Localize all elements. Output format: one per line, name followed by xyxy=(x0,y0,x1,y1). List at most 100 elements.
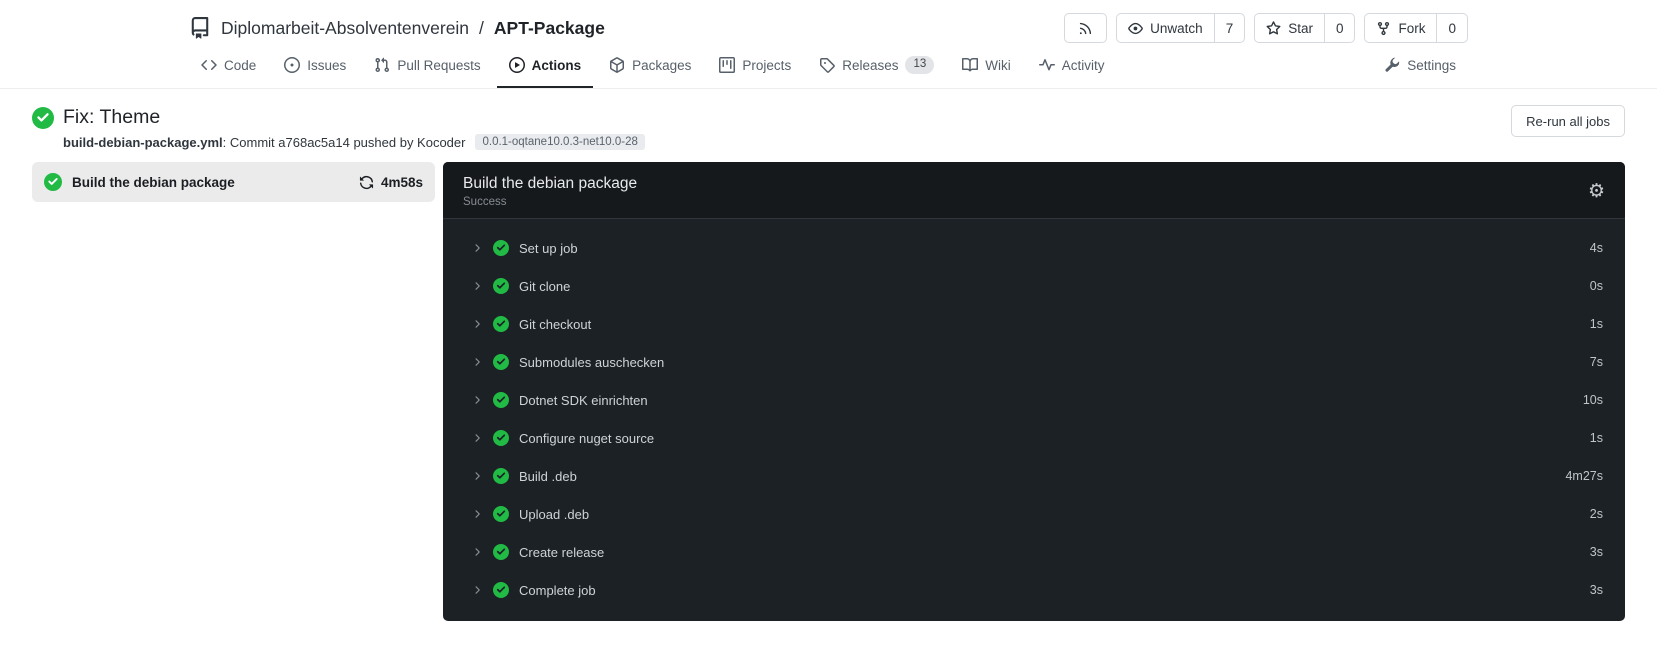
rss-icon xyxy=(1065,14,1106,42)
step-row-create-release[interactable]: Create release 3s xyxy=(443,533,1625,571)
tab-pull-requests[interactable]: Pull Requests xyxy=(362,44,492,88)
log-panel-header: Build the debian package Success ⚙ xyxy=(443,162,1625,220)
tab-settings-label: Settings xyxy=(1407,57,1456,73)
step-success-icon xyxy=(493,544,509,561)
tab-projects-label: Projects xyxy=(742,57,792,73)
step-row-git-clone[interactable]: Git clone 0s xyxy=(443,267,1625,305)
tab-wiki-label: Wiki xyxy=(985,57,1011,73)
fork-count[interactable]: 0 xyxy=(1436,14,1467,42)
chevron-right-icon[interactable] xyxy=(471,584,483,596)
chevron-right-icon[interactable] xyxy=(471,356,483,368)
pull-request-icon xyxy=(374,57,390,73)
steps-list: Set up job 4s Git clone 0s Git checkout … xyxy=(443,219,1625,621)
fork-button[interactable]: Fork xyxy=(1365,14,1436,42)
chevron-right-icon[interactable] xyxy=(471,394,483,406)
unwatch-label: Unwatch xyxy=(1150,20,1203,36)
star-button-group: Star 0 xyxy=(1254,13,1356,43)
star-label: Star xyxy=(1288,20,1313,36)
releases-count-badge: 13 xyxy=(905,56,935,74)
tab-activity[interactable]: Activity xyxy=(1027,44,1117,88)
chevron-right-icon[interactable] xyxy=(471,242,483,254)
repo-tabs-bar: Code Issues Pull Requests Actions Packag… xyxy=(0,44,1657,89)
fork-label: Fork xyxy=(1398,20,1426,36)
star-button[interactable]: Star xyxy=(1255,14,1324,42)
tab-code[interactable]: Code xyxy=(189,44,268,88)
step-name: Build .deb xyxy=(519,468,577,484)
rerun-all-jobs-button[interactable]: Re-run all jobs xyxy=(1511,105,1625,137)
log-panel: Build the debian package Success ⚙ Set u… xyxy=(443,162,1625,622)
step-row-upload-deb[interactable]: Upload .deb 2s xyxy=(443,495,1625,533)
issue-icon xyxy=(284,57,301,73)
code-icon xyxy=(201,57,217,73)
step-success-icon xyxy=(493,240,509,257)
repo-action-buttons: Unwatch 7 Star 0 Fork 0 xyxy=(1064,13,1468,43)
chevron-right-icon[interactable] xyxy=(471,280,483,292)
ref-badge[interactable]: 0.0.1-oqtane10.0.3-net10.0-28 xyxy=(475,134,645,151)
run-commit-text: : Commit a768ac5a14 pushed by Kocoder xyxy=(222,134,466,150)
tab-packages-label: Packages xyxy=(632,57,692,73)
repo-title: Diplomarbeit-Absolventenverein / APT-Pac… xyxy=(189,17,605,39)
step-row-configure-nuget[interactable]: Configure nuget source 1s xyxy=(443,419,1625,457)
step-name: Configure nuget source xyxy=(519,430,655,446)
job-duration: 4m58s xyxy=(380,174,423,190)
tab-actions[interactable]: Actions xyxy=(496,44,594,88)
job-item[interactable]: Build the debian package 4m58s xyxy=(32,162,435,203)
repo-name-link[interactable]: APT-Package xyxy=(494,18,605,39)
star-count[interactable]: 0 xyxy=(1323,14,1355,42)
sync-icon[interactable] xyxy=(359,175,374,190)
tools-icon xyxy=(1384,57,1400,73)
tab-issues-label: Issues xyxy=(307,57,347,73)
tab-settings[interactable]: Settings xyxy=(1372,44,1468,88)
step-row-submodules[interactable]: Submodules auschecken 7s xyxy=(443,343,1625,381)
tab-packages[interactable]: Packages xyxy=(597,44,703,88)
step-name: Create release xyxy=(519,544,605,560)
tab-activity-label: Activity xyxy=(1061,57,1105,73)
workflow-file-name: build-debian-package.yml xyxy=(63,134,223,150)
log-panel-title: Build the debian package xyxy=(463,175,638,193)
step-duration: 3s xyxy=(1589,545,1603,560)
watch-count[interactable]: 7 xyxy=(1213,14,1245,42)
tab-releases[interactable]: Releases 13 xyxy=(807,44,946,88)
step-row-build-deb[interactable]: Build .deb 4m27s xyxy=(443,457,1625,495)
step-success-icon xyxy=(493,430,509,447)
run-title: Fix: Theme xyxy=(63,106,161,128)
step-duration: 1s xyxy=(1589,431,1603,446)
repo-owner-link[interactable]: Diplomarbeit-Absolventenverein xyxy=(221,18,469,39)
tab-pull-requests-label: Pull Requests xyxy=(397,57,481,73)
job-name: Build the debian package xyxy=(72,174,235,190)
step-success-icon xyxy=(493,582,509,599)
eye-icon xyxy=(1128,21,1144,36)
chevron-right-icon[interactable] xyxy=(471,546,483,558)
step-success-icon xyxy=(493,468,509,485)
run-subtitle: build-debian-package.yml: Commit a768ac5… xyxy=(63,134,645,151)
step-name: Upload .deb xyxy=(519,506,590,522)
step-name: Complete job xyxy=(519,582,596,598)
tab-wiki[interactable]: Wiki xyxy=(950,44,1023,88)
step-row-complete-job[interactable]: Complete job 3s xyxy=(443,571,1625,609)
tab-releases-label: Releases xyxy=(842,57,899,73)
tab-code-label: Code xyxy=(224,57,257,73)
step-name: Dotnet SDK einrichten xyxy=(519,392,648,408)
step-duration: 2s xyxy=(1589,507,1603,522)
step-duration: 3s xyxy=(1589,583,1603,598)
unwatch-button[interactable]: Unwatch xyxy=(1117,14,1214,42)
chevron-right-icon[interactable] xyxy=(471,432,483,444)
project-icon xyxy=(719,57,736,73)
rss-button[interactable] xyxy=(1064,13,1108,43)
job-sidebar: Build the debian package 4m58s xyxy=(32,162,435,203)
chevron-right-icon[interactable] xyxy=(471,508,483,520)
step-row-setup-job[interactable]: Set up job 4s xyxy=(443,229,1625,267)
package-icon xyxy=(609,57,625,73)
chevron-right-icon[interactable] xyxy=(471,318,483,330)
step-row-dotnet-sdk[interactable]: Dotnet SDK einrichten 10s xyxy=(443,381,1625,419)
gear-icon[interactable]: ⚙ xyxy=(1588,182,1605,201)
log-panel-status: Success xyxy=(463,196,507,209)
chevron-right-icon[interactable] xyxy=(471,470,483,482)
step-success-icon xyxy=(493,506,509,523)
step-row-git-checkout[interactable]: Git checkout 1s xyxy=(443,305,1625,343)
tab-projects[interactable]: Projects xyxy=(707,44,803,88)
step-duration: 4m27s xyxy=(1565,469,1603,484)
tag-icon xyxy=(819,57,835,73)
tab-issues[interactable]: Issues xyxy=(272,44,358,88)
star-icon xyxy=(1266,20,1281,36)
